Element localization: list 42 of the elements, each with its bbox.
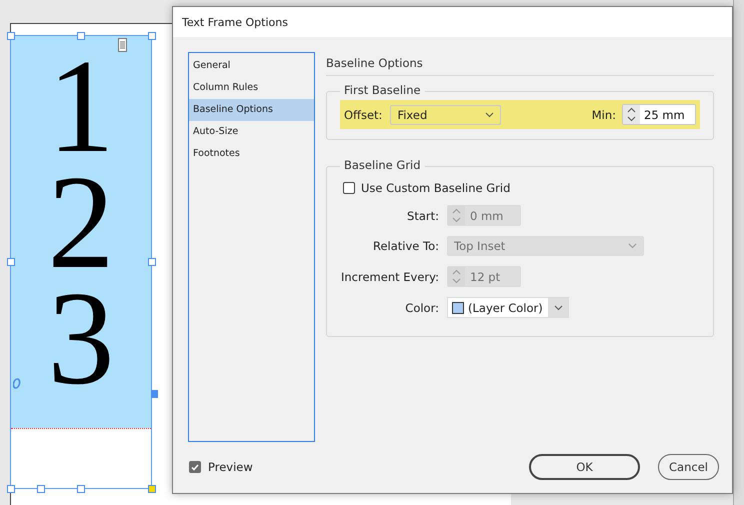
frame-digit: 1 (48, 48, 114, 164)
frame-digit: 3 (48, 280, 114, 396)
field-label: Relative To: (372, 239, 439, 253)
min-spinner-field[interactable]: 25 mm (622, 104, 696, 125)
selection-handle[interactable] (7, 32, 15, 40)
chevron-down-icon (628, 243, 637, 249)
field-label: Start: (406, 208, 439, 222)
offset-dropdown[interactable]: Fixed (390, 104, 502, 124)
category-item[interactable]: Footnotes (189, 143, 314, 165)
selection-handle[interactable] (148, 485, 156, 493)
chevron-down-icon (554, 304, 562, 310)
category-item[interactable]: General (189, 55, 314, 77)
category-item[interactable]: Column Rules (189, 77, 314, 99)
color-dropdown[interactable]: (Layer Color) (447, 297, 569, 318)
section-title: Baseline Options (326, 52, 714, 76)
group-title: First Baseline (340, 83, 425, 97)
checkbox-label: Preview (208, 460, 253, 474)
stepper-arrows-icon[interactable] (623, 105, 640, 124)
chevron-down-icon (485, 112, 494, 118)
ok-button[interactable]: OK (529, 454, 640, 480)
frame-digit: 2 (48, 164, 114, 280)
selection-handle[interactable] (7, 258, 15, 266)
field-label: Offset: (344, 108, 382, 122)
selection-handle[interactable] (37, 485, 45, 493)
category-item[interactable]: Auto-Size (189, 121, 314, 143)
category-item[interactable]: Baseline Options (189, 99, 314, 121)
selection-handle[interactable] (7, 485, 15, 493)
field-label: Color: (404, 300, 439, 314)
baseline-marker-icon (13, 378, 22, 389)
checkbox[interactable] (189, 461, 201, 473)
field-label: Increment Every: (340, 270, 439, 284)
text-frame-icon (118, 38, 127, 52)
selection-handle[interactable] (77, 485, 85, 493)
field-label: Min: (592, 108, 616, 122)
selection-handle[interactable] (148, 258, 156, 266)
window-title: Text Frame Options (182, 16, 288, 28)
selection-handle[interactable] (77, 32, 85, 40)
group-title: Baseline Grid (340, 158, 425, 172)
checkbox[interactable] (343, 182, 355, 194)
cancel-button[interactable]: Cancel (658, 454, 719, 480)
checkbox-label: Use Custom Baseline Grid (361, 181, 510, 195)
selection-handle[interactable] (148, 32, 156, 40)
